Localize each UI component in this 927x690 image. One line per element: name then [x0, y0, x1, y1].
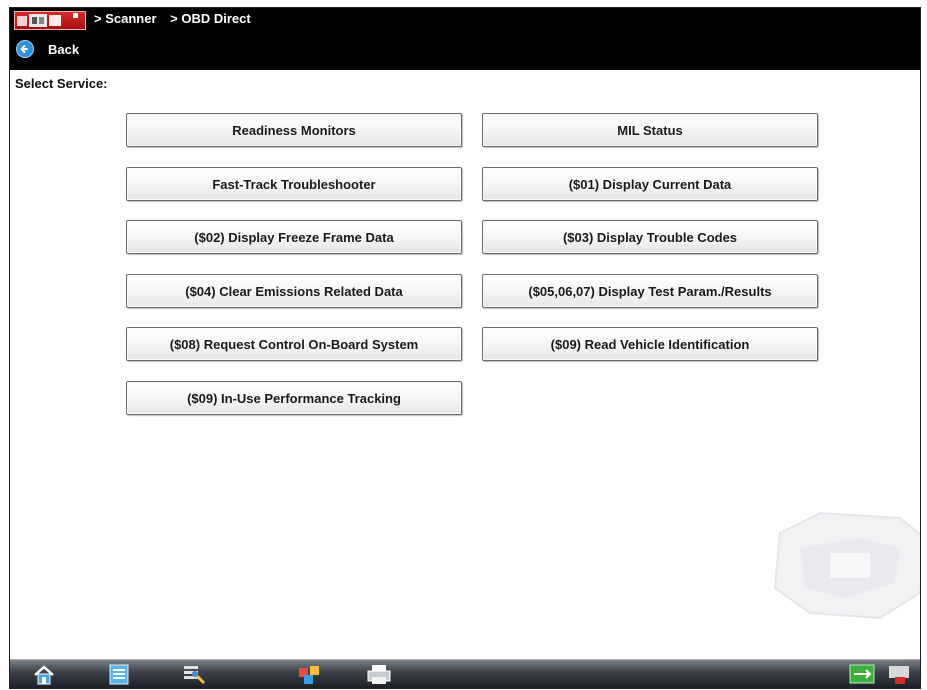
tools-icon[interactable] [180, 663, 208, 685]
read-vehicle-identification-button[interactable]: ($09) Read Vehicle Identification [482, 327, 818, 361]
header-bar: > Scanner > OBD Direct Back [10, 8, 920, 70]
breadcrumb: > Scanner > OBD Direct [94, 11, 261, 26]
data-viewer-icon[interactable] [295, 663, 323, 685]
display-trouble-codes-button[interactable]: ($03) Display Trouble Codes [482, 220, 818, 254]
in-use-performance-tracking-button[interactable]: ($09) In-Use Performance Tracking [126, 381, 462, 415]
display-current-data-button[interactable]: ($01) Display Current Data [482, 167, 818, 201]
app-logo[interactable] [14, 11, 86, 30]
home-icon[interactable] [30, 663, 58, 685]
power-icon[interactable] [885, 663, 913, 685]
back-button[interactable]: Back [16, 40, 79, 58]
mil-status-button[interactable]: MIL Status [482, 113, 818, 147]
connection-status-icon[interactable] [848, 663, 876, 685]
app-window: > Scanner > OBD Direct Back Select Servi… [9, 7, 921, 689]
display-test-param-results-button[interactable]: ($05,06,07) Display Test Param./Results [482, 274, 818, 308]
readiness-monitors-button[interactable]: Readiness Monitors [126, 113, 462, 147]
breadcrumb-scanner[interactable]: > Scanner [94, 11, 157, 26]
back-arrow-icon [16, 40, 34, 58]
back-label: Back [48, 41, 80, 57]
fast-track-troubleshooter-button[interactable]: Fast-Track Troubleshooter [126, 167, 462, 201]
print-icon[interactable] [365, 663, 393, 685]
clear-emissions-data-button[interactable]: ($04) Clear Emissions Related Data [126, 274, 462, 308]
select-service-label: Select Service: [15, 76, 108, 91]
engine-watermark-icon [773, 511, 920, 620]
taskbar [10, 659, 920, 688]
scanner-list-icon[interactable] [105, 663, 133, 685]
request-control-onboard-system-button[interactable]: ($08) Request Control On-Board System [126, 327, 462, 361]
display-freeze-frame-data-button[interactable]: ($02) Display Freeze Frame Data [126, 220, 462, 254]
breadcrumb-obd-direct: > OBD Direct [170, 11, 251, 26]
